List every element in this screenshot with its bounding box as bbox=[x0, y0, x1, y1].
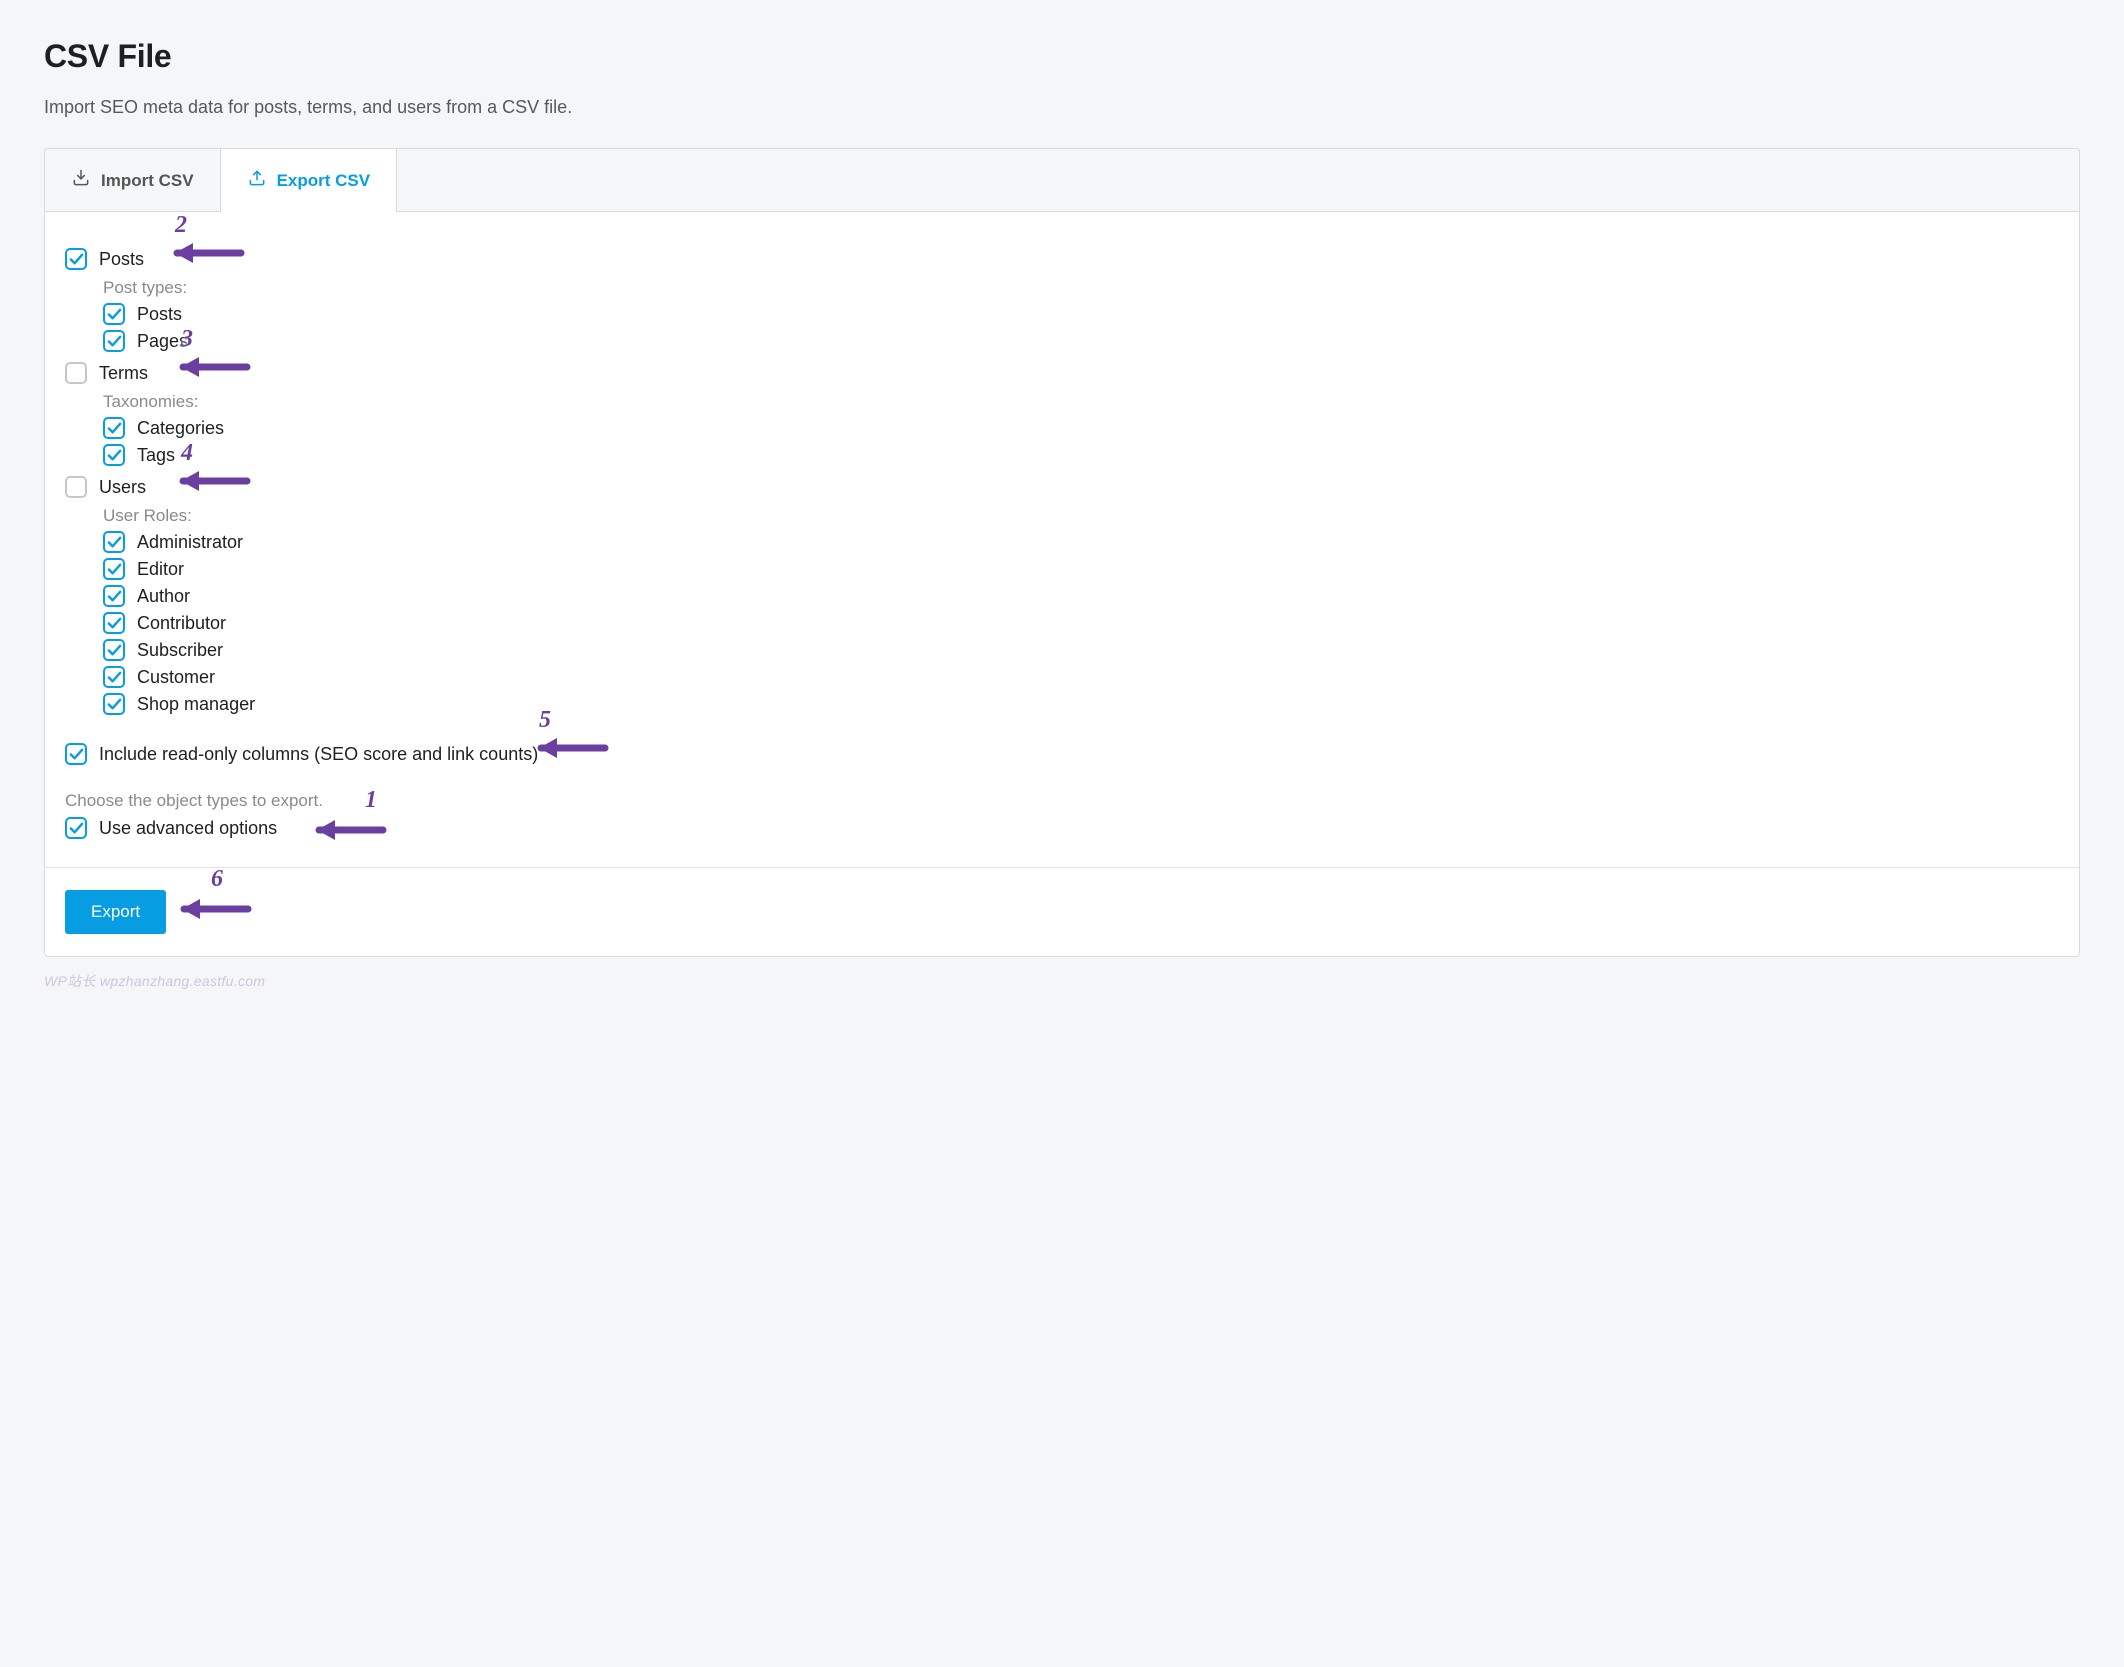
checkbox-role-customer[interactable] bbox=[103, 666, 125, 688]
readonly-columns-label: Include read-only columns (SEO score and… bbox=[99, 744, 538, 765]
annotation-number: 2 bbox=[175, 212, 251, 239]
role-contributor-label: Contributor bbox=[137, 613, 226, 634]
role-administrator-label: Administrator bbox=[137, 532, 243, 553]
checkbox-taxonomy-categories[interactable] bbox=[103, 417, 125, 439]
taxonomy-categories-label: Categories bbox=[137, 418, 224, 439]
checkbox-role-shop-manager[interactable] bbox=[103, 693, 125, 715]
import-icon bbox=[71, 168, 91, 193]
role-author-label: Author bbox=[137, 586, 190, 607]
export-icon bbox=[247, 168, 267, 193]
role-shop-manager-label: Shop manager bbox=[137, 694, 255, 715]
tab-label: Export CSV bbox=[277, 171, 371, 191]
role-editor-label: Editor bbox=[137, 559, 184, 580]
tab-label: Import CSV bbox=[101, 171, 194, 191]
checkbox-role-subscriber[interactable] bbox=[103, 639, 125, 661]
posttype-pages-label: Pages bbox=[137, 331, 188, 352]
checkbox-terms[interactable] bbox=[65, 362, 87, 384]
role-subscriber-label: Subscriber bbox=[137, 640, 223, 661]
posts-subtypes-label: Post types: bbox=[103, 278, 2059, 298]
panel-body: Posts 2 Post types: Posts Pages bbox=[45, 212, 2079, 868]
posttype-posts-label: Posts bbox=[137, 304, 182, 325]
annotation-number: 6 bbox=[211, 866, 301, 893]
checkbox-role-author[interactable] bbox=[103, 585, 125, 607]
export-button[interactable]: Export bbox=[65, 890, 166, 934]
section-posts-label: Posts bbox=[99, 249, 144, 270]
helper-text: Choose the object types to export. bbox=[65, 791, 2059, 811]
page-subtitle: Import SEO meta data for posts, terms, a… bbox=[44, 97, 2080, 118]
terms-subtypes-label: Taxonomies: bbox=[103, 392, 2059, 412]
checkbox-advanced-options[interactable] bbox=[65, 817, 87, 839]
section-terms-label: Terms bbox=[99, 363, 148, 384]
section-users-label: Users bbox=[99, 477, 146, 498]
tab-import-csv[interactable]: Import CSV bbox=[45, 149, 221, 211]
checkbox-role-contributor[interactable] bbox=[103, 612, 125, 634]
taxonomy-tags-label: Tags bbox=[137, 445, 175, 466]
panel-footer: Export 6 bbox=[45, 868, 2079, 956]
checkbox-posttype-posts[interactable] bbox=[103, 303, 125, 325]
tab-export-csv[interactable]: Export CSV bbox=[221, 149, 398, 211]
checkbox-role-editor[interactable] bbox=[103, 558, 125, 580]
checkbox-readonly-columns[interactable] bbox=[65, 743, 87, 765]
csv-panel: Import CSV Export CSV Posts 2 Post types… bbox=[44, 148, 2080, 957]
checkbox-taxonomy-tags[interactable] bbox=[103, 444, 125, 466]
checkbox-posts[interactable] bbox=[65, 248, 87, 270]
tabs: Import CSV Export CSV bbox=[45, 149, 2079, 212]
page-title: CSV File bbox=[44, 38, 2080, 75]
role-customer-label: Customer bbox=[137, 667, 215, 688]
checkbox-posttype-pages[interactable] bbox=[103, 330, 125, 352]
checkbox-users[interactable] bbox=[65, 476, 87, 498]
users-subtypes-label: User Roles: bbox=[103, 506, 2059, 526]
watermark: WP站长 wpzhanzhang.eastfu.com bbox=[44, 971, 2080, 991]
advanced-options-label: Use advanced options bbox=[99, 818, 277, 839]
checkbox-role-administrator[interactable] bbox=[103, 531, 125, 553]
